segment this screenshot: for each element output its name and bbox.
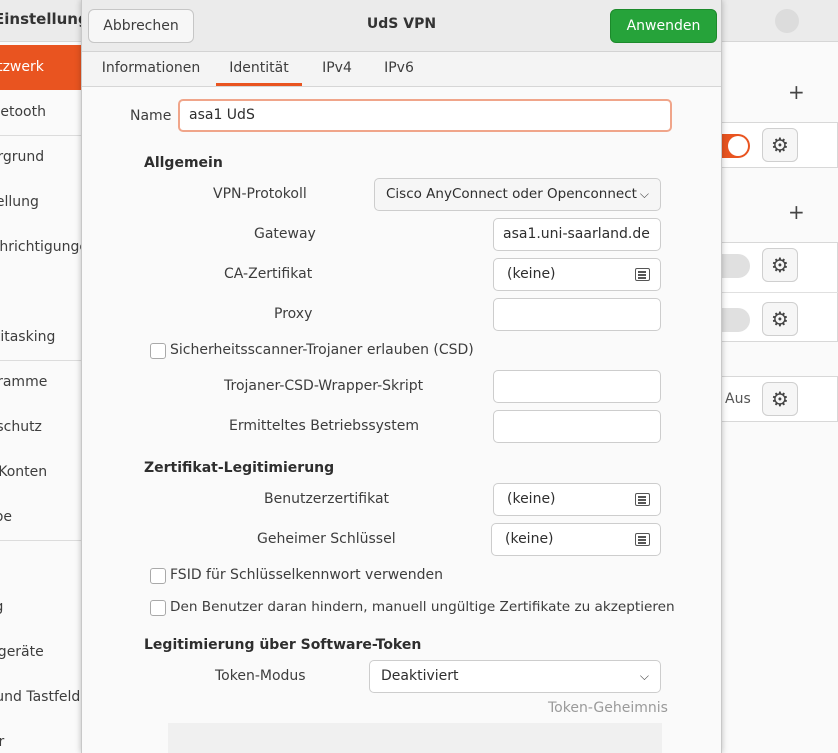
- token-mode-dropdown[interactable]: Deaktiviert ⌵: [369, 660, 661, 693]
- chevron-down-icon: ⌵: [639, 669, 649, 683]
- vpn-toggle-1[interactable]: [722, 254, 750, 278]
- csd-checkbox-label: Sicherheitsscanner-Trojaner erlauben (CS…: [170, 342, 474, 358]
- name-input[interactable]: asa1 UdS: [178, 99, 672, 132]
- file-chooser-icon: [635, 268, 650, 281]
- token-secret-label: Token-Geheimnis: [548, 700, 668, 716]
- vpn-protocol-dropdown[interactable]: Cisco AnyConnect oder Openconnect ⌵: [374, 178, 661, 211]
- vpn-toggle-2[interactable]: [722, 308, 750, 332]
- user-cert-label: Benutzerzertifikat: [264, 491, 390, 507]
- dialog-tabbar: Informationen Identität IPv4 IPv6: [82, 52, 721, 87]
- tab-information[interactable]: Informationen: [90, 52, 212, 86]
- proxy-label: Proxy: [274, 306, 313, 322]
- private-key-label: Geheimer Schlüssel: [257, 531, 396, 547]
- sidebar-item-appearance[interactable]: Darstellung: [0, 180, 81, 225]
- csd-checkbox[interactable]: [150, 343, 166, 359]
- ca-cert-file-button[interactable]: (keine): [493, 258, 661, 291]
- sidebar-item-online-accounts[interactable]: Online-Konten: [0, 450, 81, 495]
- add-vpn-icon[interactable]: +: [788, 200, 805, 224]
- sidebar-item-applications[interactable]: Programme: [0, 360, 81, 405]
- vpn-1-settings-gear-icon[interactable]: ⚙: [762, 248, 798, 282]
- proxy-settings-gear-icon[interactable]: ⚙: [762, 382, 798, 416]
- ca-cert-label: CA-Zertifikat: [224, 266, 313, 282]
- proxy-card: Aus ⚙: [722, 376, 838, 422]
- sidebar-item-sound[interactable]: Klang: [0, 585, 81, 630]
- apply-button[interactable]: Anwenden: [610, 9, 717, 43]
- sidebar-item-sharing[interactable]: Freigabe: [0, 495, 81, 540]
- sidebar-item-background[interactable]: Hintergrund: [0, 135, 81, 180]
- gateway-input[interactable]: asa1.uni-saarland.de: [493, 218, 661, 251]
- reported-os-label: Ermitteltes Betriebssystem: [229, 418, 419, 434]
- sidebar-item-multitasking[interactable]: Multitasking: [0, 315, 81, 360]
- minimize-button[interactable]: [775, 9, 799, 33]
- vpn-protocol-label: VPN-Protokoll: [213, 186, 307, 202]
- private-key-value: (keine): [505, 531, 554, 547]
- proxy-status: Aus: [725, 391, 751, 407]
- file-chooser-icon: [635, 533, 650, 546]
- reported-os-input[interactable]: [493, 410, 661, 443]
- vpn-2-settings-gear-icon[interactable]: ⚙: [762, 302, 798, 336]
- sidebar-item-privacy[interactable]: Datenschutz: [0, 405, 81, 450]
- sidebar-item-bluetooth[interactable]: Bluetooth: [0, 90, 81, 135]
- token-mode-label: Token-Modus: [215, 668, 306, 684]
- settings-main-panel: + ⚙ + ⚙ ⚙ Aus ⚙: [722, 42, 838, 753]
- private-key-file-button[interactable]: (keine): [491, 523, 661, 556]
- csd-wrapper-input[interactable]: [493, 370, 661, 403]
- sidebar-item-displays[interactable]: Anzeigegeräte: [0, 630, 81, 675]
- tab-ipv6[interactable]: IPv6: [372, 52, 426, 86]
- add-connection-icon[interactable]: +: [788, 80, 805, 104]
- prevent-invalid-cert-label: Den Benutzer daran hindern, manuell ungü…: [170, 599, 675, 615]
- token-secret-area[interactable]: [168, 723, 662, 753]
- sidebar-item-keyboard[interactable]: Tastatur: [0, 720, 81, 753]
- vpn-list-card: ⚙ ⚙: [722, 242, 838, 342]
- chevron-down-icon: ⌵: [639, 187, 649, 201]
- wired-card: ⚙: [722, 122, 838, 168]
- token-mode-value: Deaktiviert: [381, 668, 459, 684]
- file-chooser-icon: [635, 493, 650, 506]
- fsid-checkbox-label: FSID für Schlüsselkennwort verwenden: [170, 567, 444, 583]
- tab-identity[interactable]: Identität: [216, 52, 302, 86]
- sidebar-divider: [0, 540, 81, 541]
- sidebar-item-mouse-touchpad[interactable]: Maus und Tastfeld: [0, 675, 81, 720]
- wired-settings-gear-icon[interactable]: ⚙: [762, 128, 798, 162]
- vpn-protocol-value: Cisco AnyConnect oder Openconnect: [386, 186, 637, 202]
- user-cert-file-button[interactable]: (keine): [493, 483, 661, 516]
- gateway-label: Gateway: [254, 226, 316, 242]
- prevent-invalid-cert-checkbox[interactable]: [150, 600, 166, 616]
- ca-cert-value: (keine): [507, 266, 556, 282]
- wired-toggle[interactable]: [722, 134, 750, 158]
- vpn-dialog: Abbrechen UdS VPN Anwenden Informationen…: [81, 0, 722, 753]
- fsid-checkbox[interactable]: [150, 568, 166, 584]
- csd-wrapper-label: Trojaner-CSD-Wrapper-Skript: [224, 378, 424, 394]
- settings-sidebar: Netzwerk Bluetooth Hintergrund Darstellu…: [0, 42, 82, 753]
- software-token-heading: Legitimierung über Software-Token: [144, 637, 422, 653]
- general-heading: Allgemein: [144, 155, 223, 171]
- name-label: Name: [130, 108, 172, 124]
- sidebar-item-network[interactable]: Netzwerk: [0, 45, 81, 90]
- sidebar-item-notifications[interactable]: Benachrichtigungen: [0, 225, 81, 270]
- user-cert-value: (keine): [507, 491, 556, 507]
- row-divider: [722, 292, 838, 293]
- identity-content: Name asa1 UdS Allgemein VPN-Protokoll Ci…: [82, 88, 721, 753]
- proxy-input[interactable]: [493, 298, 661, 331]
- tab-ipv4[interactable]: IPv4: [310, 52, 364, 86]
- dialog-header: Abbrechen UdS VPN Anwenden: [82, 0, 721, 52]
- cert-auth-heading: Zertifikat-Legitimierung: [144, 460, 335, 476]
